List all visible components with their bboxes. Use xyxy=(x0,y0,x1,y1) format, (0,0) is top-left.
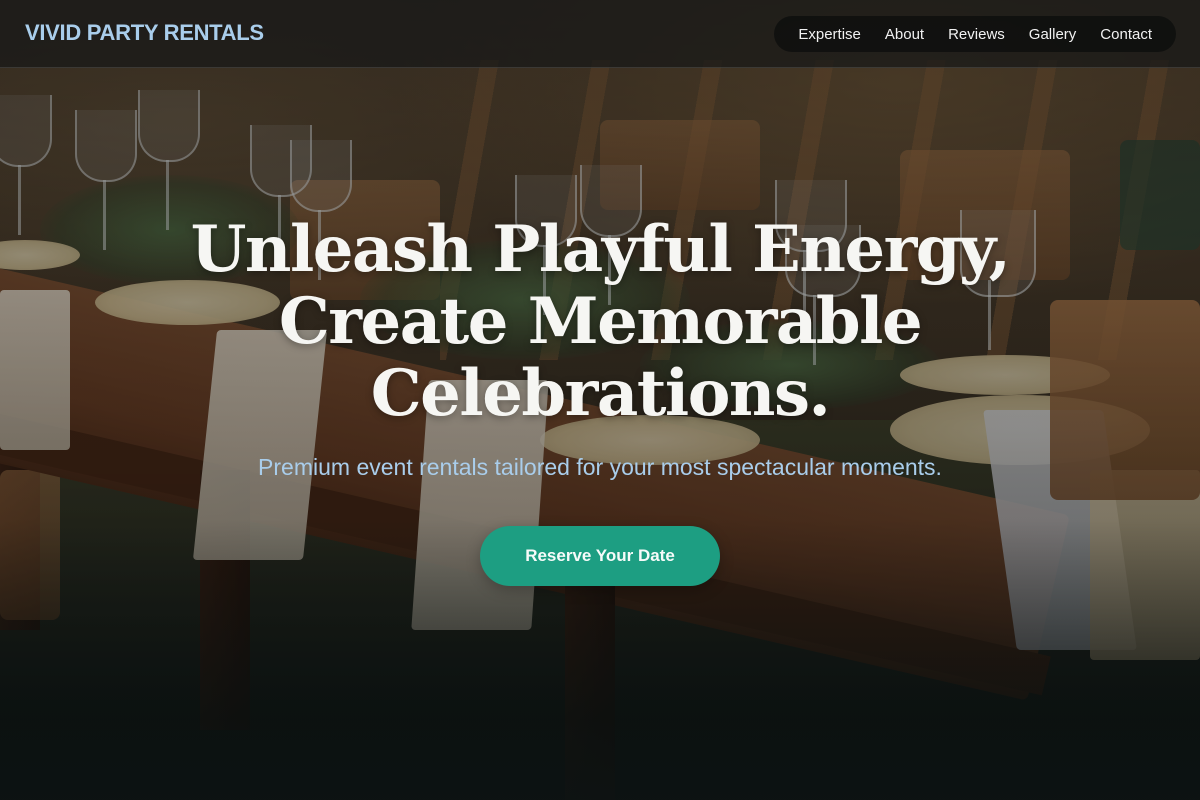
site-header: VIVID PARTY RENTALS Expertise About Revi… xyxy=(0,0,1200,68)
nav-link-gallery[interactable]: Gallery xyxy=(1029,26,1077,43)
nav-link-contact[interactable]: Contact xyxy=(1100,26,1152,43)
landing-page: VIVID PARTY RENTALS Expertise About Revi… xyxy=(0,0,1200,800)
main-nav: Expertise About Reviews Gallery Contact xyxy=(774,16,1176,52)
nav-link-expertise[interactable]: Expertise xyxy=(798,26,861,43)
nav-link-reviews[interactable]: Reviews xyxy=(948,26,1005,43)
reserve-date-button[interactable]: Reserve Your Date xyxy=(480,526,720,586)
nav-link-about[interactable]: About xyxy=(885,26,924,43)
hero-title: Unleash Playful Energy, Create Memorable… xyxy=(190,212,1011,431)
hero-subtitle: Premium event rentals tailored for your … xyxy=(258,454,942,480)
brand-logo[interactable]: VIVID PARTY RENTALS xyxy=(25,20,264,46)
